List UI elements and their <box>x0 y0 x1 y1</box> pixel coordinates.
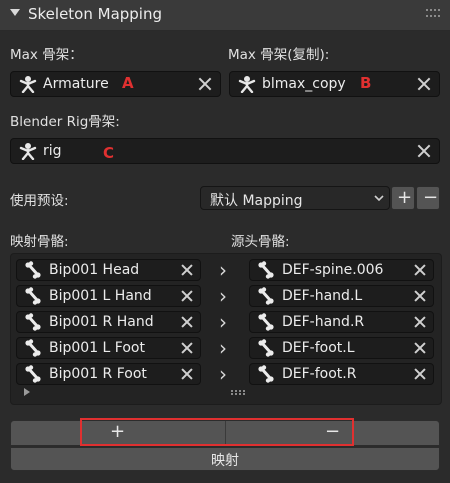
source-bone-field-label: DEF-foot.R <box>282 366 357 382</box>
target-bone-field[interactable]: Bip001 R Hand <box>16 311 201 333</box>
clear-icon[interactable] <box>198 77 212 91</box>
bone-icon <box>24 365 42 387</box>
preset-label: 使用预设: <box>10 193 69 209</box>
bone-icon <box>257 365 275 387</box>
target-bones-header: 映射骨骼: <box>10 234 69 250</box>
target-bone-field-label: Bip001 Head <box>49 262 140 278</box>
list-expand-triangle-icon[interactable] <box>24 388 30 396</box>
max-copy-label: Max 骨架(复制): <box>228 47 330 63</box>
chevron-right-icon: › <box>219 310 227 334</box>
source-bones-header: 源头骨骼: <box>231 234 290 250</box>
source-bone-field-label: DEF-hand.R <box>282 314 365 330</box>
blender-rig-label: Blender Rig骨架: <box>10 114 120 130</box>
target-bone-field[interactable]: Bip001 R Foot <box>16 363 201 385</box>
highlight-box <box>80 418 354 446</box>
target-bone-field[interactable]: Bip001 Head <box>16 259 201 281</box>
source-bone-field-label: DEF-hand.L <box>282 288 363 304</box>
source-bone-field[interactable]: DEF-spine.006 <box>249 259 434 281</box>
max-armature-value: Armature <box>43 76 109 92</box>
target-bone-field-label: Bip001 L Hand <box>49 288 152 304</box>
source-bone-field[interactable]: DEF-foot.L <box>249 337 434 359</box>
marker-b: B <box>360 74 372 92</box>
clear-icon[interactable] <box>417 77 431 91</box>
clear-icon[interactable] <box>181 264 193 276</box>
bone-icon <box>24 339 42 361</box>
target-bone-field-label: Bip001 L Foot <box>49 340 145 356</box>
blender-rig-field[interactable]: rig C <box>10 138 440 164</box>
bone-icon <box>257 261 275 283</box>
source-bone-field-label: DEF-spine.006 <box>282 262 384 278</box>
drag-grip-icon[interactable] <box>426 9 442 19</box>
source-bone-field[interactable]: DEF-foot.R <box>249 363 434 385</box>
target-bone-field-label: Bip001 R Hand <box>49 314 154 330</box>
marker-a: A <box>122 74 134 92</box>
bone-icon <box>257 313 275 335</box>
clear-icon[interactable] <box>414 290 426 302</box>
source-bone-field[interactable]: DEF-hand.L <box>249 285 434 307</box>
target-bone-field-label: Bip001 R Foot <box>49 366 147 382</box>
clear-icon[interactable] <box>414 342 426 354</box>
chevron-right-icon: › <box>219 336 227 360</box>
preset-remove-button[interactable]: − <box>416 186 440 210</box>
plus-icon: + <box>397 187 413 208</box>
max-armature-label: Max 骨架： <box>10 47 83 63</box>
armature-icon <box>19 76 37 93</box>
bone-icon <box>257 339 275 361</box>
max-armature-field[interactable]: Armature A <box>10 71 221 97</box>
panel-title: Skeleton Mapping <box>28 5 163 23</box>
preset-select[interactable]: 默认 Mapping <box>200 186 390 210</box>
preset-selected: 默认 Mapping <box>210 193 303 209</box>
list-resize-grip-icon[interactable] <box>231 390 246 395</box>
clear-icon[interactable] <box>417 144 431 158</box>
chevron-right-icon: › <box>219 284 227 308</box>
chevron-right-icon: › <box>219 362 227 386</box>
clear-icon[interactable] <box>181 368 193 380</box>
target-bone-field[interactable]: Bip001 L Hand <box>16 285 201 307</box>
panel-header[interactable]: Skeleton Mapping <box>0 0 450 31</box>
max-copy-field[interactable]: blmax_copy B <box>229 71 440 97</box>
bone-icon <box>24 313 42 335</box>
clear-icon[interactable] <box>414 316 426 328</box>
clear-icon[interactable] <box>181 316 193 328</box>
chevron-down-icon <box>374 195 384 202</box>
bone-icon <box>24 287 42 309</box>
bone-icon <box>24 261 42 283</box>
collapse-triangle-icon[interactable] <box>10 9 20 16</box>
armature-icon <box>238 76 256 93</box>
clear-icon[interactable] <box>181 290 193 302</box>
clear-icon[interactable] <box>414 368 426 380</box>
chevron-right-icon: › <box>219 258 227 282</box>
bone-icon <box>257 287 275 309</box>
blender-rig-value: rig <box>43 143 62 159</box>
map-button-label: 映射 <box>211 453 239 469</box>
armature-icon <box>19 143 37 160</box>
clear-icon[interactable] <box>414 264 426 276</box>
target-bone-field[interactable]: Bip001 L Foot <box>16 337 201 359</box>
clear-icon[interactable] <box>181 342 193 354</box>
minus-icon: − <box>423 187 439 208</box>
preset-add-button[interactable]: + <box>391 186 415 210</box>
max-copy-value: blmax_copy <box>262 76 346 92</box>
source-bone-field-label: DEF-foot.L <box>282 340 355 356</box>
source-bone-field[interactable]: DEF-hand.R <box>249 311 434 333</box>
map-button[interactable]: 映射 <box>10 447 440 471</box>
marker-c: C <box>103 144 115 162</box>
